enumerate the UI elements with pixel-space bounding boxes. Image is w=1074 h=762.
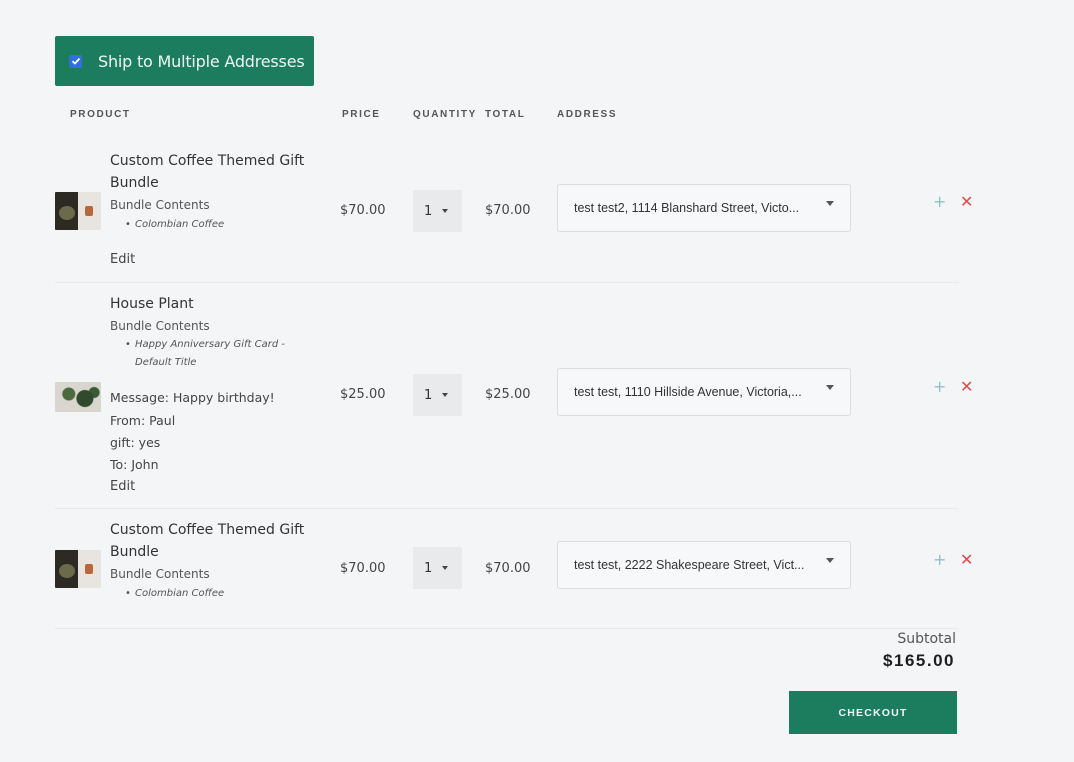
coffee-bundle-image xyxy=(55,550,101,588)
gift-message: Message: Happy birthday! xyxy=(110,390,275,405)
item-total: $70.00 xyxy=(485,561,531,576)
caret-down-icon xyxy=(826,558,834,563)
checkmark-icon xyxy=(71,57,80,65)
coffee-bundle-image xyxy=(55,192,101,230)
edit-link[interactable]: Edit xyxy=(110,479,135,494)
ship-multiple-label: Ship to Multiple Addresses xyxy=(98,51,305,71)
bundle-contents-label: Bundle Contents xyxy=(110,198,210,212)
product-name[interactable]: House Plant xyxy=(110,293,310,315)
add-address-icon[interactable]: + xyxy=(933,552,946,568)
product-name[interactable]: Custom Coffee Themed Gift Bundle xyxy=(110,150,310,194)
row-divider xyxy=(55,282,959,283)
caret-down-icon xyxy=(442,209,449,213)
gift-from: From: Paul xyxy=(110,413,176,428)
item-total: $25.00 xyxy=(485,387,531,402)
caret-down-icon xyxy=(826,385,834,390)
row-divider xyxy=(55,628,959,629)
remove-icon[interactable]: ✕ xyxy=(960,194,973,210)
ship-multiple-checkbox[interactable] xyxy=(69,54,82,68)
cart-row: Custom Coffee Themed Gift Bundle Bundle … xyxy=(55,145,973,281)
quantity-select[interactable]: 1 xyxy=(413,190,462,232)
product-name[interactable]: Custom Coffee Themed Gift Bundle xyxy=(110,519,310,563)
bundle-contents-label: Bundle Contents xyxy=(110,567,210,581)
cart-row: Custom Coffee Themed Gift Bundle Bundle … xyxy=(55,515,973,625)
house-plant-image xyxy=(55,382,101,412)
bundle-item: Colombian Coffee xyxy=(125,216,305,234)
quantity-select[interactable]: 1 xyxy=(413,547,462,589)
item-price: $70.00 xyxy=(340,203,386,218)
gift-flag: gift: yes xyxy=(110,435,161,450)
gift-to: To: John xyxy=(110,457,159,472)
address-select[interactable]: test test2, 1114 Blanshard Street, Victo… xyxy=(557,184,851,232)
remove-icon[interactable]: ✕ xyxy=(960,552,973,568)
bundle-contents-label: Bundle Contents xyxy=(110,319,210,333)
column-header-total: TOTAL xyxy=(485,109,526,120)
address-select[interactable]: test test, 1110 Hillside Avenue, Victori… xyxy=(557,368,851,416)
address-select[interactable]: test test, 2222 Shakespeare Street, Vict… xyxy=(557,541,851,589)
row-divider xyxy=(55,508,959,509)
add-address-icon[interactable]: + xyxy=(933,379,946,395)
add-address-icon[interactable]: + xyxy=(933,194,946,210)
quantity-select[interactable]: 1 xyxy=(413,374,462,416)
item-price: $25.00 xyxy=(340,387,386,402)
subtotal-label: Subtotal xyxy=(897,631,956,647)
cart-row: House Plant Bundle Contents Happy Annive… xyxy=(55,290,973,505)
remove-icon[interactable]: ✕ xyxy=(960,379,973,395)
column-header-price: PRICE xyxy=(342,109,381,120)
column-header-address: ADDRESS xyxy=(557,109,618,120)
subtotal-value: $165.00 xyxy=(883,651,955,670)
ship-multiple-toggle[interactable]: Ship to Multiple Addresses xyxy=(55,36,314,86)
bundle-item: Happy Anniversary Gift Card - Default Ti… xyxy=(125,336,305,372)
column-header-product: PRODUCT xyxy=(70,109,131,120)
item-price: $70.00 xyxy=(340,561,386,576)
column-header-quantity: QUANTITY xyxy=(413,109,477,120)
edit-link[interactable]: Edit xyxy=(110,252,135,267)
item-total: $70.00 xyxy=(485,203,531,218)
caret-down-icon xyxy=(442,393,449,397)
bundle-item: Colombian Coffee xyxy=(125,585,305,603)
caret-down-icon xyxy=(442,566,449,570)
checkout-button[interactable]: CHECKOUT xyxy=(789,691,957,734)
caret-down-icon xyxy=(826,201,834,206)
